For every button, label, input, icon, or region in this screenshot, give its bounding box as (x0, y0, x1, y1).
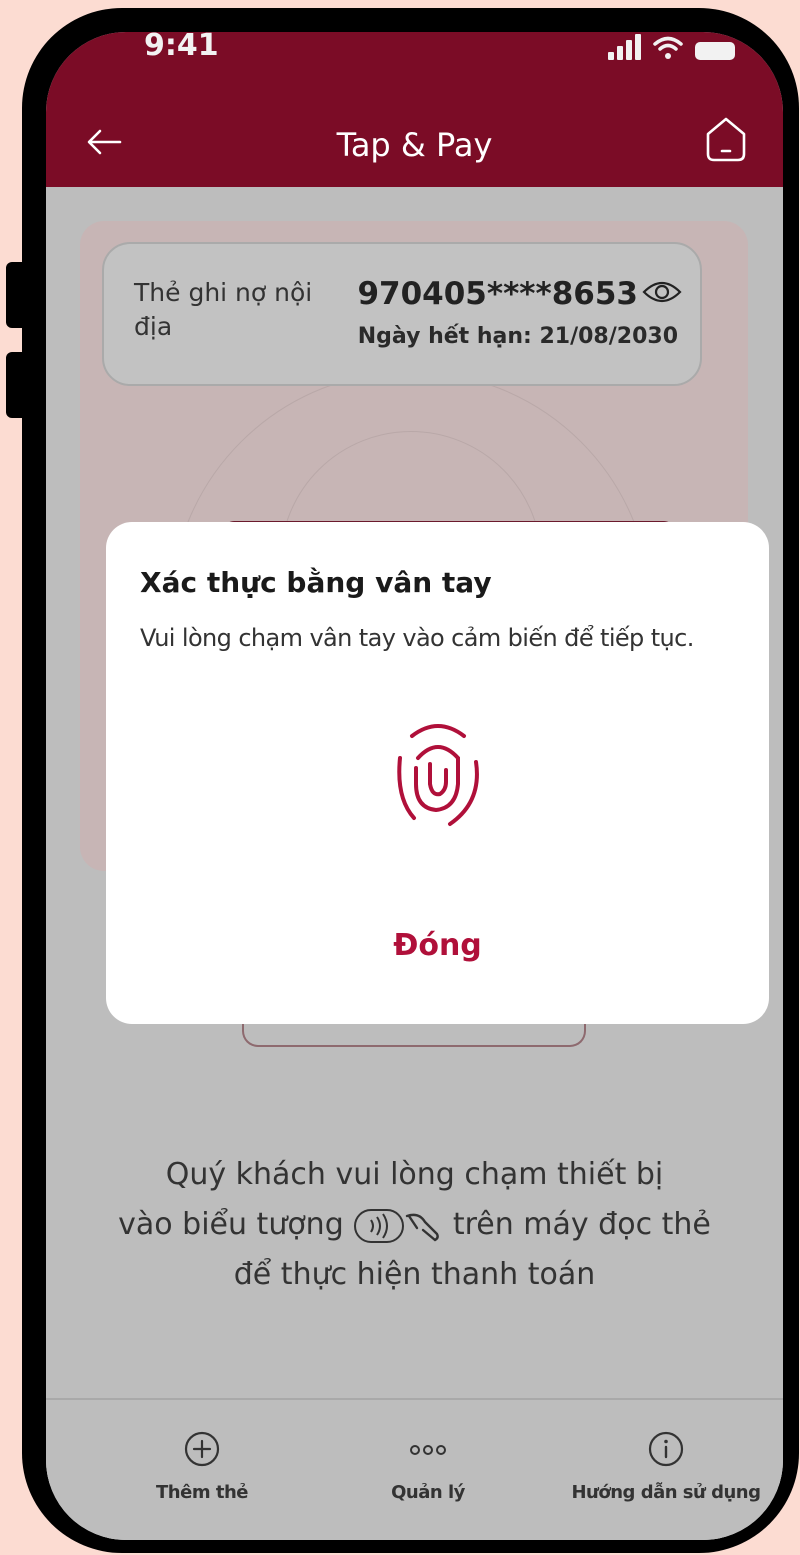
close-button[interactable]: Đóng (106, 928, 769, 963)
app-header: 9:41 Tap & Pay (46, 32, 783, 187)
dialog-title: Xác thực bằng vân tay (140, 566, 492, 599)
signal-icon (608, 34, 641, 60)
battery-icon (695, 42, 735, 60)
bottom-nav: Thêm thẻ Quản lý Hướng dẫn sử dụng (46, 1398, 783, 1540)
phone-screen: 9:41 Tap & Pay Thẻ ghi nợ nội địa 970405… (46, 32, 783, 1540)
dialog-message: Vui lòng chạm vân tay vào cảm biến để ti… (140, 624, 694, 652)
plus-circle-icon (184, 1431, 220, 1467)
nav-add-card-label: Thêm thẻ (156, 1482, 248, 1503)
instruction-line-1: Quý khách vui lòng chạm thiết bị (165, 1157, 664, 1192)
nav-user-guide-label: Hướng dẫn sử dụng (571, 1482, 761, 1503)
home-icon[interactable] (703, 114, 749, 164)
instruction-line-2-end: trên máy đọc thẻ (452, 1207, 711, 1242)
instruction-text: Quý khách vui lòng chạm thiết bị vào biể… (46, 1150, 783, 1300)
info-circle-icon (648, 1431, 684, 1467)
instruction-line-2: vào biểu tượng trên máy đọc thẻ (46, 1200, 783, 1250)
card-number: 970405****8653 (357, 276, 638, 312)
card-type-label: Thẻ ghi nợ nội địa (134, 278, 313, 341)
nav-manage-label: Quản lý (391, 1482, 465, 1503)
status-icons (608, 34, 735, 60)
instruction-line-3: để thực hiện thanh toán (233, 1257, 596, 1292)
eye-icon[interactable] (642, 278, 682, 306)
nav-add-card[interactable]: Thêm thẻ (122, 1430, 282, 1503)
instruction-line-2-start: vào biểu tượng (118, 1207, 344, 1242)
card-info-box: Thẻ ghi nợ nội địa 970405****8653 Ngày h… (102, 242, 702, 386)
more-dots-icon (410, 1445, 446, 1455)
nav-user-guide[interactable]: Hướng dẫn sử dụng (561, 1430, 771, 1503)
page-title: Tap & Pay (336, 126, 493, 164)
fingerprint-auth-dialog: Xác thực bằng vân tay Vui lòng chạm vân … (106, 522, 769, 1024)
nav-manage[interactable]: Quản lý (358, 1430, 498, 1503)
contactless-tap-icon (354, 1208, 440, 1243)
card-expiry: Ngày hết hạn: 21/08/2030 (357, 324, 678, 349)
phone-frame: 9:41 Tap & Pay Thẻ ghi nợ nội địa 970405… (22, 8, 799, 1553)
status-time: 9:41 (144, 32, 219, 63)
wifi-icon (653, 36, 683, 59)
fingerprint-icon[interactable] (390, 718, 486, 830)
